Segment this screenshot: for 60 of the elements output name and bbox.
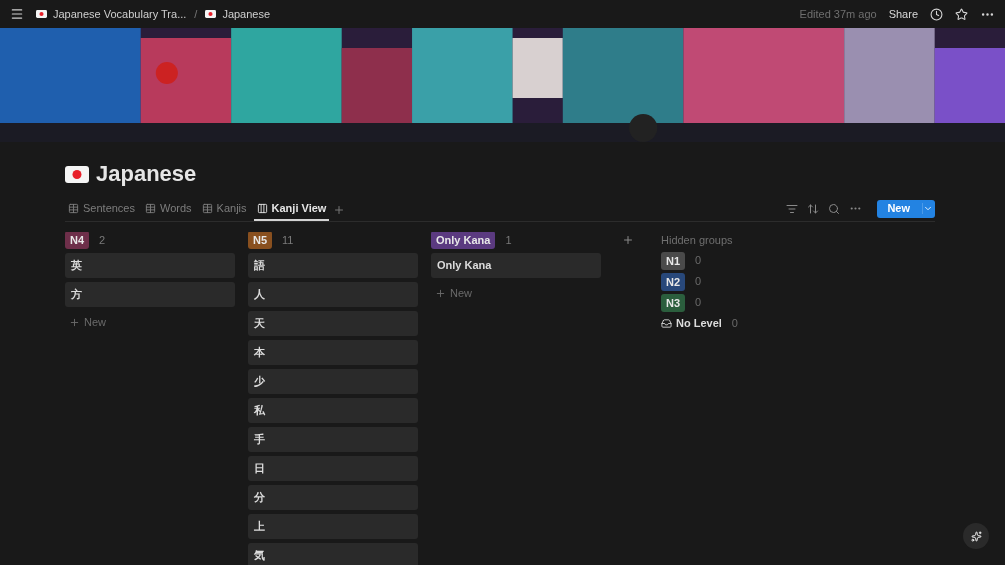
board-card[interactable]: 英 [65,253,235,278]
board-icon [256,203,268,214]
japan-flag-icon [205,10,217,18]
view-tab[interactable]: Words [142,198,195,221]
group-count: 2 [99,232,106,248]
board-card[interactable]: 日 [248,456,418,481]
group-tag: N1 [661,251,686,270]
group-count: 11 [282,232,294,248]
group-count: 0 [731,316,738,332]
sparkle-icon [970,530,982,542]
board-card[interactable]: 人 [248,282,418,307]
japan-flag-icon [36,10,47,18]
new-button[interactable]: New [877,199,935,218]
add-view-icon[interactable] [333,203,346,216]
group-count: 1 [505,232,512,248]
ai-button[interactable] [963,523,989,549]
plus-icon [69,316,80,328]
table-icon [68,203,79,214]
breadcrumb-link[interactable]: Japanese Vocabulary Tra... [36,5,187,23]
board-card[interactable]: 気 [248,543,418,565]
board-card[interactable]: 本 [248,340,418,365]
group-name: No Level [676,316,722,332]
share-button[interactable]: Share [888,5,918,23]
table-icon [145,203,156,214]
group-count: 0 [695,253,702,269]
group-count: 0 [695,274,702,290]
page-title: Japanese [96,160,197,188]
board-card[interactable]: 上 [248,514,418,539]
view-tab[interactable]: Sentences [65,198,138,221]
group-tag: N2 [661,272,686,291]
group-tag: N3 [661,293,686,312]
view-tab[interactable]: Kanjis [198,198,250,221]
star-icon[interactable] [955,7,968,21]
search-icon[interactable] [828,202,841,215]
group-tag: Only Kana [431,232,496,249]
board-card[interactable]: 手 [248,427,418,452]
hidden-groups-label: Hidden groups [661,233,734,246]
plus-icon [435,287,446,299]
breadcrumb-link[interactable]: Japanese [205,5,271,23]
group-tag: N4 [65,232,90,249]
board-card[interactable]: 方 [65,282,235,307]
filter-icon[interactable] [786,202,799,215]
board-card[interactable]: 語 [248,253,418,278]
add-group-icon[interactable] [622,234,634,246]
view-tab[interactable]: Kanji View [253,198,330,221]
group-tag: N5 [248,232,273,249]
sort-icon[interactable] [807,202,820,215]
edited-time: Edited 37m ago [799,6,877,22]
japan-flag-icon [65,165,89,183]
history-icon[interactable] [930,7,943,21]
board-card[interactable]: Only Kana [431,253,601,278]
table-icon [201,203,213,214]
inbox-icon [661,318,672,329]
breadcrumb-separator: / [194,6,198,22]
group-count: 0 [695,295,702,311]
board-card[interactable]: 私 [248,398,418,423]
board-card[interactable]: 少 [248,369,418,394]
menu-icon[interactable] [10,7,24,21]
board-card[interactable]: 天 [248,311,418,336]
board-card[interactable]: 分 [248,485,418,510]
